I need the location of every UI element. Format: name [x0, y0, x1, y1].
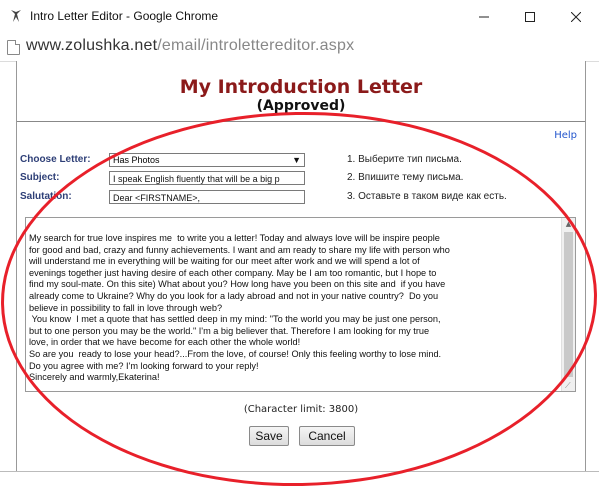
url-domain: www.zolushka.net	[26, 37, 158, 54]
hint-choose-letter: 1. Выберите тип письма.	[347, 154, 462, 165]
character-limit-note: (Character limit: 3800)	[243, 404, 359, 415]
hint-subject: 2. Впишите тему письма.	[347, 172, 464, 183]
page-icon	[7, 40, 20, 55]
maximize-icon[interactable]	[507, 0, 553, 33]
chrome-app-icon	[11, 10, 21, 22]
choose-letter-select[interactable]: Has Photos ▼	[109, 153, 305, 167]
help-link[interactable]: Help	[554, 130, 577, 141]
scroll-up-icon[interactable]: ▲	[562, 218, 575, 231]
url-text[interactable]: www.zolushka.net/email/introlettereditor…	[26, 37, 354, 55]
page-title: My Introduction Letter	[179, 76, 423, 98]
save-button[interactable]: Save	[249, 426, 289, 446]
minimize-icon[interactable]	[461, 0, 507, 33]
close-icon[interactable]	[553, 0, 599, 33]
url-path: /email/introlettereditor.aspx	[157, 37, 355, 54]
subject-label: Subject:	[20, 172, 60, 183]
window-titlebar: Intro Letter Editor - Google Chrome	[0, 0, 599, 33]
choose-letter-value: Has Photos	[113, 155, 160, 165]
cancel-button[interactable]: Cancel	[299, 426, 355, 446]
address-bar[interactable]: www.zolushka.net/email/introlettereditor…	[0, 33, 599, 62]
scrollbar-thumb[interactable]	[564, 232, 573, 377]
choose-letter-label: Choose Letter:	[20, 154, 91, 165]
dropdown-arrow-icon: ▼	[292, 155, 301, 165]
resize-grip-icon[interactable]: ⟋	[565, 381, 574, 390]
subject-input[interactable]: I speak English fluently that will be a …	[109, 171, 305, 185]
letter-textarea[interactable]: My search for true love inspires me to w…	[25, 217, 576, 392]
approval-status: (Approved)	[256, 98, 346, 114]
header-divider	[17, 121, 585, 122]
hint-salutation: 3. Оставьте в таком виде как есть.	[347, 191, 507, 202]
window-bottom-edge	[0, 471, 599, 489]
salutation-label: Salutation:	[20, 191, 72, 202]
salutation-input[interactable]: Dear <FIRSTNAME>,	[109, 190, 305, 204]
window-title: Intro Letter Editor - Google Chrome	[30, 9, 219, 23]
textarea-scrollbar[interactable]: ▲	[561, 218, 575, 391]
letter-editor-page: My Introduction Letter (Approved) Help C…	[16, 61, 586, 471]
letter-body-text[interactable]: My search for true love inspires me to w…	[29, 233, 559, 389]
